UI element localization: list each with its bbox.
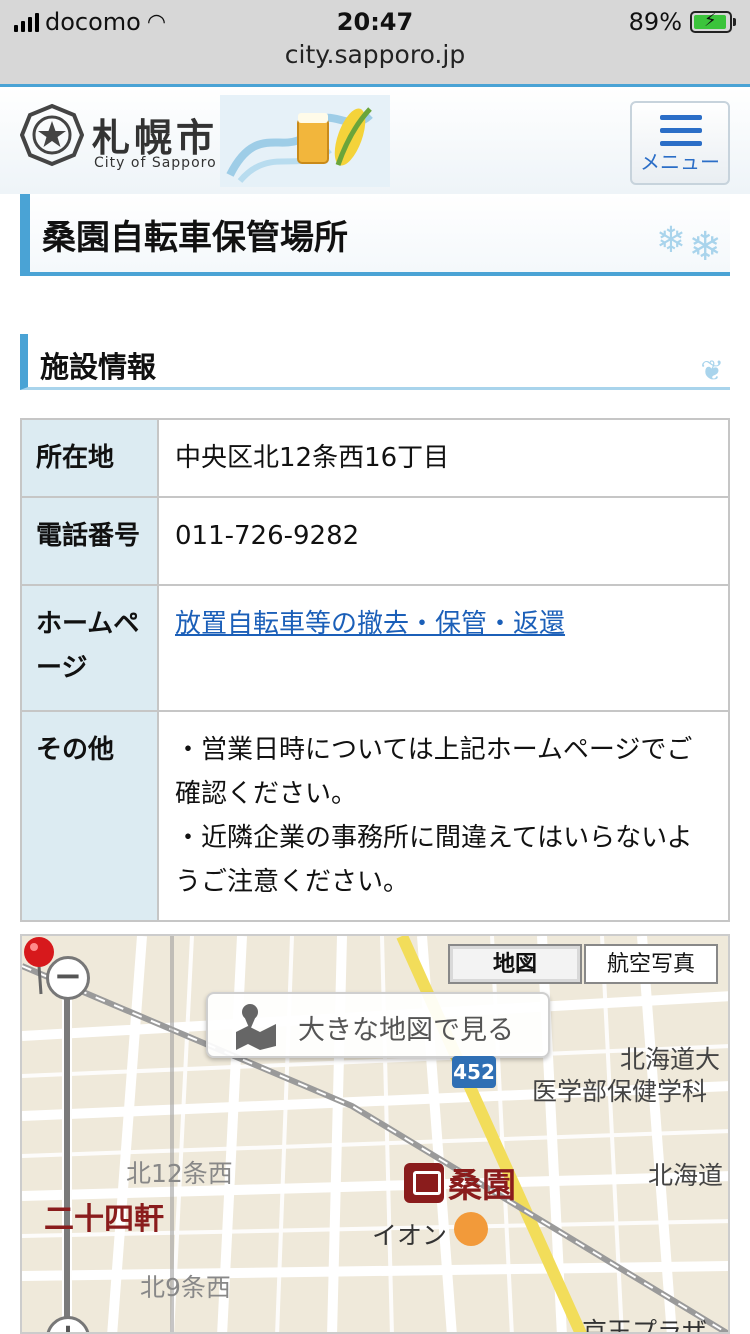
other-value: ・営業日時については上記ホームページでご確認ください。 ・近隣企業の事務所に間違… [157,710,730,922]
header-decoration-image [220,95,390,187]
map-label-kita9: 北9条西 [140,1273,231,1302]
view-larger-map-label: 大きな地図で見る [298,1015,514,1046]
table-row: 電話番号 011-726-9282 [20,496,730,586]
table-row: その他 ・営業日時については上記ホームページでご確認ください。 ・近隣企業の事務… [20,710,730,922]
map-type-toggle: 地図 航空写真 [448,944,718,984]
map-label-kita12: 北12条西 [126,1159,233,1188]
sapporo-emblem-icon[interactable] [20,103,84,167]
section-header: 施設情報 ❦ [20,334,730,390]
other-note-1: ・営業日時については上記ホームページでご確認ください。 [175,735,693,809]
homepage-label: ホームページ [20,584,159,712]
facility-info-table: 所在地 中央区北12条西16丁目 電話番号 011-726-9282 ホームペー… [20,418,730,922]
snowflake-icon: ❄ [688,224,722,270]
station-name: 桑園 [448,1166,516,1206]
page-title: 桑園自転車保管場所 [42,218,348,258]
map-type-map-button[interactable]: 地図 [448,944,582,984]
train-station-icon [404,1162,444,1203]
embedded-map[interactable]: − + 地図 航空写真 大きな地図で見る 452 桑園 北海道大 医学部保健学科… [20,934,730,1334]
route-number-badge: 452 [452,1056,496,1088]
logo-subtitle: City of Sapporo [94,155,217,171]
map-type-aerial-button[interactable]: 航空写真 [584,944,718,984]
address-value: 中央区北12条西16丁目 [157,418,730,498]
site-header: 札幌市 City of Sapporo メニュー [0,84,750,194]
phone-label: 電話番号 [20,496,159,586]
table-row: 所在地 中央区北12条西16丁目 [20,418,730,498]
section-title: 施設情報 [40,350,157,384]
map-label-nijuyonken: 二十四軒 [44,1202,164,1237]
homepage-link[interactable]: 放置自転車等の撤去・保管・返還 [175,609,565,639]
logo-title[interactable]: 札幌市 [92,107,218,162]
homepage-cell: 放置自転車等の撤去・保管・返還 [157,584,730,712]
menu-button[interactable]: メニュー [630,101,730,185]
zoom-control[interactable]: − + [40,946,94,1332]
zoom-in-button[interactable]: + [46,1316,90,1332]
leaf-decoration-icon: ❦ [700,354,724,387]
table-row: ホームページ 放置自転車等の撤去・保管・返還 [20,584,730,712]
page-title-banner: 桑園自転車保管場所 ❄ ❄ [20,194,730,276]
location-pin-icon[interactable] [22,936,56,996]
menu-label: メニュー [640,150,720,174]
view-larger-map-button[interactable]: 大きな地図で見る [206,992,550,1058]
snowflake-icon: ❄ [655,220,686,261]
map-label-hokkaido: 北海道 [648,1161,724,1190]
other-label: その他 [20,710,159,922]
zoom-slider-track[interactable] [62,986,72,1332]
map-icon [236,1004,276,1050]
url-bar[interactable]: city.sapporo.jp [0,40,750,69]
map-label-faculty: 医学部保健学科 [532,1077,708,1106]
phone-value[interactable]: 011-726-9282 [157,496,730,586]
status-bar: docomo ◠ 20:47 89% ⚡ city.sapporo.jp [0,0,750,84]
other-note-2: ・近隣企業の事務所に間違えてはいらないようご注意ください。 [175,823,693,897]
map-label-keio: 京王プラザ [582,1317,708,1334]
shopping-icon [454,1212,488,1246]
map-label-university: 北海道大 [620,1045,721,1074]
battery-percent: 89% [628,8,682,36]
battery-icon: ⚡ [690,10,736,33]
station-marker[interactable]: 桑園 [404,1158,516,1207]
address-label: 所在地 [20,418,159,498]
map-label-aeon: イオン [372,1221,448,1250]
